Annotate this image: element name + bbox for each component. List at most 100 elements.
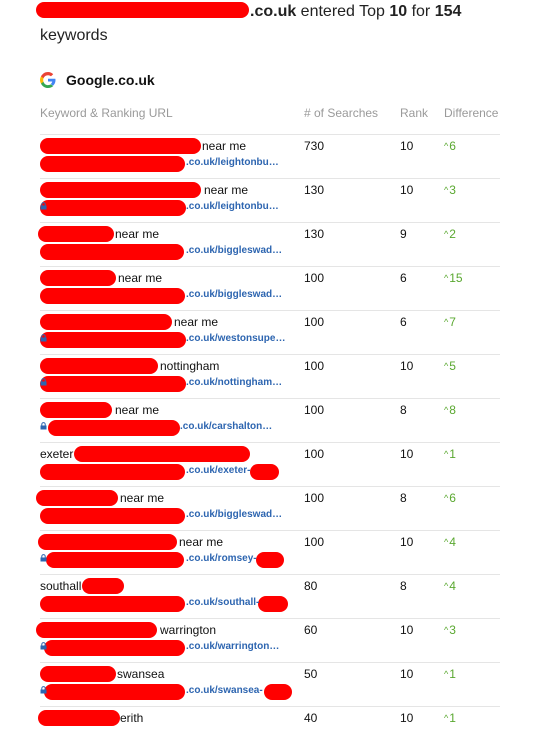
row-divider: [40, 486, 500, 487]
up-caret-icon: ^: [444, 625, 449, 635]
searches-value: 100: [304, 315, 325, 329]
difference-value: ^3: [444, 183, 456, 197]
redaction-mark: [40, 464, 185, 480]
up-caret-icon: ^: [444, 449, 449, 459]
row-divider: [40, 398, 500, 399]
redaction-mark: [40, 244, 184, 260]
difference-number: 4: [449, 535, 456, 549]
searches-value: 100: [304, 359, 325, 373]
ranking-url-link[interactable]: .co.uk/leightonbu…: [186, 157, 279, 168]
difference-number: 3: [449, 623, 456, 637]
table-row[interactable]: swansea .co.uk/swansea- 50 10 ^1: [0, 664, 538, 708]
searches-value: 100: [304, 271, 325, 285]
rank-value: 6: [400, 315, 407, 329]
lock-icon: [40, 642, 47, 650]
redaction-mark: [40, 666, 116, 682]
table-row[interactable]: nottingham .co.uk/nottingham… 100 10 ^5: [0, 356, 538, 400]
searches-value: 730: [304, 139, 325, 153]
redaction-mark: [82, 578, 124, 594]
redaction-mark: [48, 420, 180, 436]
difference-value: ^8: [444, 403, 456, 417]
row-divider: [40, 178, 500, 179]
table-row[interactable]: near me .co.uk/carshalton… 100 8 ^8: [0, 400, 538, 444]
ranking-url-link[interactable]: .co.uk/westonsupe…: [186, 333, 285, 344]
rank-value: 10: [400, 711, 414, 725]
search-engine-title: Google.co.uk: [40, 72, 155, 88]
up-caret-icon: ^: [444, 185, 449, 195]
rank-value: 10: [400, 359, 414, 373]
table-row[interactable]: near me .co.uk/leightonbu… 730 10 ^6: [0, 136, 538, 180]
redaction-mark: [38, 534, 177, 550]
searches-value: 80: [304, 579, 318, 593]
up-caret-icon: ^: [444, 493, 449, 503]
difference-number: 15: [449, 271, 463, 285]
table-row[interactable]: warrington .co.uk/warrington… 60 10 ^3: [0, 620, 538, 664]
keyword-text: near me: [204, 183, 249, 197]
redaction-mark: [40, 156, 185, 172]
row-divider: [40, 574, 500, 575]
keyword-text: near me: [202, 139, 247, 153]
table-row[interactable]: near me .co.uk/biggleswad… 130 9 ^2: [0, 224, 538, 268]
up-caret-icon: ^: [444, 581, 449, 591]
difference-value: ^5: [444, 359, 456, 373]
keyword-count: 154: [434, 3, 462, 20]
up-caret-icon: ^: [444, 537, 449, 547]
rank-value: 8: [400, 491, 407, 505]
difference-value: ^1: [444, 447, 456, 461]
redaction-mark: [46, 552, 184, 568]
ranking-url-link[interactable]: .co.uk/warrington…: [186, 641, 279, 652]
row-divider: [40, 222, 500, 223]
up-caret-icon: ^: [444, 273, 449, 283]
difference-value: ^6: [444, 491, 456, 505]
rank-value: 10: [400, 139, 414, 153]
difference-value: ^4: [444, 579, 456, 593]
redaction-mark: [40, 596, 185, 612]
ranking-url-link[interactable]: .co.uk/swansea-: [186, 685, 263, 696]
ranking-url-link[interactable]: .co.uk/biggleswad…: [186, 509, 282, 520]
up-caret-icon: ^: [444, 713, 449, 723]
ranking-url-link[interactable]: .co.uk/biggleswad…: [186, 289, 282, 300]
rank-value: 10: [400, 183, 414, 197]
searches-value: 100: [304, 535, 325, 549]
difference-number: 5: [449, 359, 456, 373]
rank-value: 6: [400, 271, 407, 285]
keyword-text: near me: [115, 227, 160, 241]
redaction-mark: [40, 138, 201, 154]
redaction-mark: [44, 684, 185, 700]
redaction-mark: [36, 622, 157, 638]
redaction-mark: [40, 376, 186, 392]
ranking-url-link[interactable]: .co.uk/exeter-: [186, 465, 250, 476]
redaction-mark: [40, 182, 201, 198]
rank-value: 10: [400, 667, 414, 681]
table-row[interactable]: near me .co.uk/biggleswad… 100 8 ^6: [0, 488, 538, 532]
difference-value: ^7: [444, 315, 456, 329]
table-row[interactable]: near me .co.uk/leightonbu… 130 10 ^3: [0, 180, 538, 224]
rank-value: 9: [400, 227, 407, 241]
row-divider: [40, 530, 500, 531]
difference-number: 1: [449, 711, 456, 725]
up-caret-icon: ^: [444, 669, 449, 679]
table-row[interactable]: near me .co.uk/westonsupe… 100 6 ^7: [0, 312, 538, 356]
search-engine-name: Google.co.uk: [66, 72, 155, 88]
redaction-mark: [38, 226, 114, 242]
difference-value: ^1: [444, 667, 456, 681]
table-row[interactable]: erith 40 10 ^1: [0, 708, 538, 752]
table-row[interactable]: exeter .co.uk/exeter- 100 10 ^1: [0, 444, 538, 488]
ranking-url-link[interactable]: .co.uk/nottingham…: [186, 377, 282, 388]
searches-value: 100: [304, 491, 325, 505]
column-header-searches: # of Searches: [304, 106, 379, 120]
table-row[interactable]: near me .co.uk/romsey- 100 10 ^4: [0, 532, 538, 576]
ranking-url-link[interactable]: .co.uk/romsey-: [186, 553, 257, 564]
table-row[interactable]: southall .co.uk/southall- 80 8 ^4: [0, 576, 538, 620]
ranking-url-link[interactable]: .co.uk/carshalton…: [180, 421, 272, 432]
header-text-keywords: keywords: [40, 27, 108, 44]
ranking-url-link[interactable]: .co.uk/southall-: [186, 597, 259, 608]
ranking-url-link[interactable]: .co.uk/biggleswad…: [186, 245, 282, 256]
redaction-mark: [36, 490, 118, 506]
redaction-mark: [40, 358, 158, 374]
difference-value: ^6: [444, 139, 456, 153]
report-header: .co.uk entered Top 10 for 154 keywords: [40, 0, 520, 48]
table-row[interactable]: near me .co.uk/biggleswad… 100 6 ^15: [0, 268, 538, 312]
ranking-url-link[interactable]: .co.uk/leightonbu…: [186, 201, 279, 212]
rank-value: 10: [400, 535, 414, 549]
